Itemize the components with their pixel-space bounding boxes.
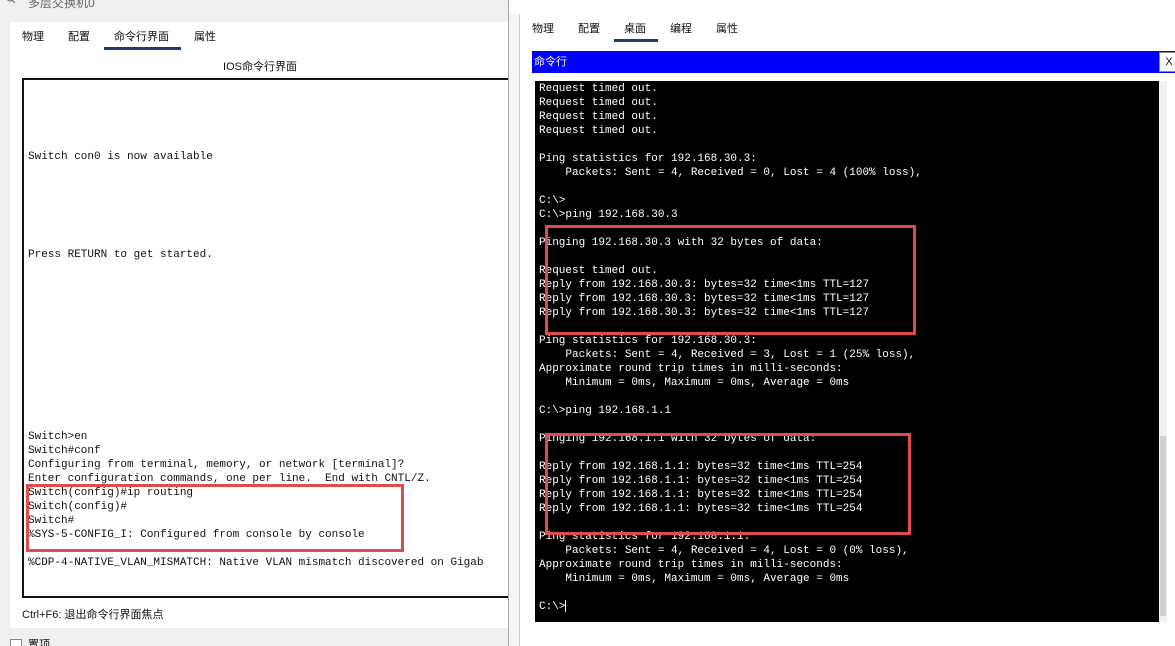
ios-line: Switch con0 is now available	[28, 151, 213, 163]
terminal-line: Request timed out.	[539, 83, 658, 95]
text-cursor	[565, 600, 567, 613]
terminal-scrollbar[interactable]	[1159, 81, 1167, 622]
checkbox-label: 置顶	[28, 639, 50, 646]
search-icon	[7, 0, 16, 4]
highlight-box-ping-1-1	[545, 433, 911, 535]
terminal-line: Request timed out.	[539, 111, 658, 123]
command-prompt-terminal[interactable]: Request timed out. Request timed out. Re…	[535, 81, 1167, 622]
switch-panel: 物理 配置 命令行界面 属性 IOS命令行界面 Switch con0 is n…	[10, 22, 510, 628]
terminal-line: Packets: Sent = 4, Received = 4, Lost = …	[539, 545, 909, 557]
ios-cli-header: IOS命令行界面	[223, 61, 297, 73]
terminal-line: Request timed out.	[539, 97, 658, 109]
terminal-line: Ping statistics for 192.168.30.3:	[539, 153, 757, 165]
terminal-line: Minimum = 0ms, Maximum = 0ms, Average = …	[539, 377, 850, 389]
terminal-line: Approximate round trip times in milli-se…	[539, 559, 843, 571]
terminal-line: Request timed out.	[539, 125, 658, 137]
tab-config[interactable]: 配置	[68, 28, 90, 44]
command-prompt-title: 命令行	[534, 56, 567, 68]
terminal-line: Ping statistics for 192.168.30.3:	[539, 335, 757, 347]
ios-line: %CDP-4-NATIVE_VLAN_MISMATCH: Native VLAN…	[28, 557, 484, 569]
close-button[interactable]: X	[1159, 52, 1175, 72]
ios-console[interactable]: Switch con0 is now available Press RETUR…	[22, 78, 510, 598]
terminal-line: C:\>ping 192.168.30.3	[539, 209, 678, 221]
pc-panel: 物理 配置 桌面 编程 属性 命令行 X Request timed out. …	[519, 14, 1175, 646]
terminal-line: Packets: Sent = 4, Received = 3, Lost = …	[539, 349, 916, 361]
cli-focus-hint: Ctrl+F6: 退出命令行界面焦点	[22, 609, 164, 621]
terminal-line: Approximate round trip times in milli-se…	[539, 363, 843, 375]
scrollbar-thumb[interactable]	[1160, 436, 1166, 616]
checkbox-box[interactable]	[10, 639, 22, 646]
pc-window-title-bar	[509, 0, 1175, 14]
tab-config[interactable]: 配置	[578, 20, 600, 36]
tab-attributes[interactable]: 属性	[716, 20, 738, 36]
ios-line: Switch>en	[28, 431, 88, 443]
tab-physical[interactable]: 物理	[532, 20, 554, 36]
highlight-box-ip-routing	[26, 484, 404, 552]
highlight-box-ping-30-3	[545, 225, 916, 335]
terminal-line: Packets: Sent = 4, Received = 0, Lost = …	[539, 167, 922, 179]
tab-programming[interactable]: 编程	[670, 20, 692, 36]
terminal-line: C:\>	[539, 195, 566, 207]
terminal-line: Minimum = 0ms, Maximum = 0ms, Average = …	[539, 573, 850, 585]
always-on-top-checkbox[interactable]: 置顶	[10, 636, 50, 646]
terminal-line: C:\>ping 192.168.1.1	[539, 405, 672, 417]
tab-desktop[interactable]: 桌面	[614, 20, 658, 42]
ios-line: Configuring from terminal, memory, or ne…	[28, 459, 405, 471]
tab-physical[interactable]: 物理	[22, 28, 44, 44]
window-title: 多层交换机0	[28, 0, 95, 10]
pc-window: 物理 配置 桌面 编程 属性 命令行 X Request timed out. …	[508, 0, 1175, 646]
command-prompt-titlebar: 命令行 X	[532, 51, 1175, 73]
tab-cli[interactable]: 命令行界面	[104, 28, 181, 50]
terminal-line: C:\>	[539, 601, 566, 613]
ios-line: Switch#conf	[28, 445, 101, 457]
ios-line: Press RETURN to get started.	[28, 249, 213, 261]
switch-window: 多层交换机0 物理 配置 命令行界面 属性 IOS命令行界面 Switch co…	[0, 0, 510, 646]
tab-attributes[interactable]: 属性	[194, 28, 216, 44]
